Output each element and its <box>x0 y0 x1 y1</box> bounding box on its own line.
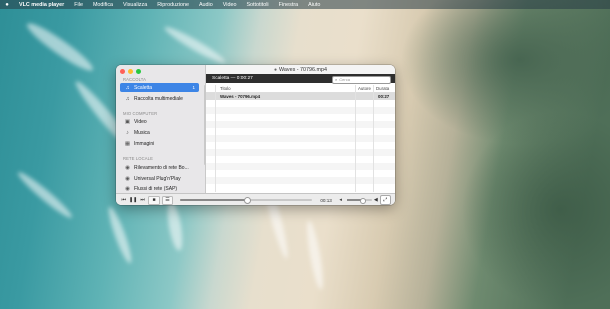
next-icon[interactable]: ⏭ <box>138 197 147 203</box>
volume-high-icon[interactable]: ◀ <box>372 197 380 203</box>
window-titlebar: ● Waves - 70796.mp4 <box>206 65 395 74</box>
column-divider <box>355 85 356 192</box>
column-divider <box>215 85 216 192</box>
media-library-icon: ♫ <box>125 95 130 102</box>
volume-low-icon[interactable]: ◂ <box>338 197 344 203</box>
film-icon: ▣ <box>124 118 131 125</box>
network-globe-icon: ◉ <box>125 185 130 192</box>
sidebar-item-musica[interactable]: ♪ Musica <box>120 128 199 137</box>
sidebar-item-flussi-sap[interactable]: ◉ Flussi di rete (SAP) <box>120 185 199 192</box>
sidebar-item-label: Scaletta <box>134 84 153 91</box>
section-raccolta: RACCOLTA <box>123 77 146 82</box>
close-window-button[interactable] <box>120 69 125 74</box>
stop-icon[interactable]: ■ <box>148 195 160 205</box>
sidebar-item-label: Immagini <box>134 140 155 147</box>
menu-aiuto[interactable]: Aiuto <box>303 2 325 8</box>
playback-controls: ⏮ ❚❚ ⏭ ■ ☰ 00:13 ◂ ◀ ⤢ <box>116 193 395 205</box>
column-divider <box>373 85 374 192</box>
window-controls <box>120 69 141 74</box>
seek-slider[interactable] <box>180 197 313 204</box>
network-globe-icon: ◉ <box>125 175 130 182</box>
sidebar-item-video[interactable]: ▣ Video <box>120 117 199 126</box>
menu-visualizza[interactable]: Visualizza <box>118 2 152 8</box>
vlc-window: RACCOLTA ♫ Scaletta 1 ♫ Raccolta multime… <box>116 65 395 205</box>
playlist-icon: ♫ <box>125 84 130 91</box>
empty-row <box>206 163 395 170</box>
previous-icon[interactable]: ⏮ <box>119 197 128 203</box>
section-rete-locale: RETE LOCALE <box>123 156 153 161</box>
menu-riproduzione[interactable]: Riproduzione <box>152 2 194 8</box>
menu-sottotitoli[interactable]: Sottotitoli <box>241 2 273 8</box>
playlist-count-badge: 1 <box>192 85 195 90</box>
table-row[interactable]: Waves - 70796.mp4 00:27 <box>206 93 395 100</box>
sidebar-item-label: Rilevamento di rete Bo... <box>134 164 189 171</box>
row-title: Waves - 70796.mp4 <box>220 94 261 99</box>
sidebar-item-scaletta[interactable]: ♫ Scaletta 1 <box>120 83 199 92</box>
document-icon: ● <box>273 66 277 73</box>
seek-knob[interactable] <box>243 197 251 204</box>
empty-row <box>206 149 395 156</box>
menu-video[interactable]: Video <box>218 2 242 8</box>
sidebar-item-raccolta-multimediale[interactable]: ♫ Raccolta multimediale <box>120 94 199 103</box>
sidebar-item-rilevamento-rete[interactable]: ◉ Rilevamento di rete Bo... <box>120 163 199 172</box>
pause-icon[interactable]: ❚❚ <box>128 197 137 203</box>
menu-file[interactable]: File <box>69 2 88 8</box>
image-icon: ▦ <box>124 140 131 147</box>
menu-bar: ● VLC media player File Modifica Visuali… <box>0 0 610 9</box>
music-note-icon: ♪ <box>126 129 129 136</box>
empty-row <box>206 177 395 184</box>
sidebar-item-upnp[interactable]: ◉ Universal Plug'n'Play <box>120 174 199 183</box>
menu-modifica[interactable]: Modifica <box>88 2 118 8</box>
playlist-table: Titolo Autore Durata Waves - 70796.mp4 0… <box>206 85 395 192</box>
column-title-header[interactable]: Titolo <box>220 86 231 91</box>
row-duration: 00:27 <box>378 94 390 99</box>
zoom-window-button[interactable] <box>136 69 141 74</box>
playlist-header: Scaletta — 0:00:27 ⌕ Cerca <box>206 74 395 84</box>
volume-slider[interactable] <box>347 197 372 204</box>
playlist-title: Scaletta — 0:00:27 <box>212 76 253 81</box>
sidebar-item-label: Flussi di rete (SAP) <box>134 185 178 192</box>
seek-progress-fill <box>180 199 247 201</box>
menu-finestra[interactable]: Finestra <box>274 2 303 8</box>
playlist-toggle-icon[interactable]: ☰ <box>161 195 174 205</box>
empty-row <box>206 135 395 142</box>
column-author-header[interactable]: Autore <box>358 86 371 91</box>
fullscreen-icon[interactable]: ⤢ <box>379 195 391 205</box>
search-placeholder: Cerca <box>339 77 350 82</box>
menu-audio[interactable]: Audio <box>194 2 218 8</box>
section-mio-computer: MIO COMPUTER <box>123 111 158 116</box>
empty-row <box>206 121 395 128</box>
sidebar-item-label: Video <box>134 118 147 125</box>
network-globe-icon: ◉ <box>125 164 130 171</box>
sidebar-item-immagini[interactable]: ▦ Immagini <box>120 139 199 148</box>
sidebar-item-label: Universal Plug'n'Play <box>134 175 181 182</box>
minimize-window-button[interactable] <box>128 69 133 74</box>
empty-row <box>206 107 395 114</box>
apple-logo-icon[interactable]: ● <box>0 2 14 8</box>
elapsed-time: 00:13 <box>320 197 332 203</box>
volume-knob[interactable] <box>360 197 367 204</box>
search-icon: ⌕ <box>335 77 338 82</box>
table-header: Titolo Autore Durata <box>206 85 395 93</box>
window-title: Waves - 70796.mp4 <box>278 66 328 73</box>
search-field[interactable]: ⌕ Cerca <box>332 75 391 84</box>
sidebar-item-label: Musica <box>134 129 150 136</box>
sidebar-item-label: Raccolta multimediale <box>134 95 183 102</box>
sidebar: RACCOLTA ♫ Scaletta 1 ♫ Raccolta multime… <box>116 65 206 193</box>
column-duration-header[interactable]: Durata <box>376 86 389 91</box>
menu-app-name[interactable]: VLC media player <box>14 2 69 8</box>
